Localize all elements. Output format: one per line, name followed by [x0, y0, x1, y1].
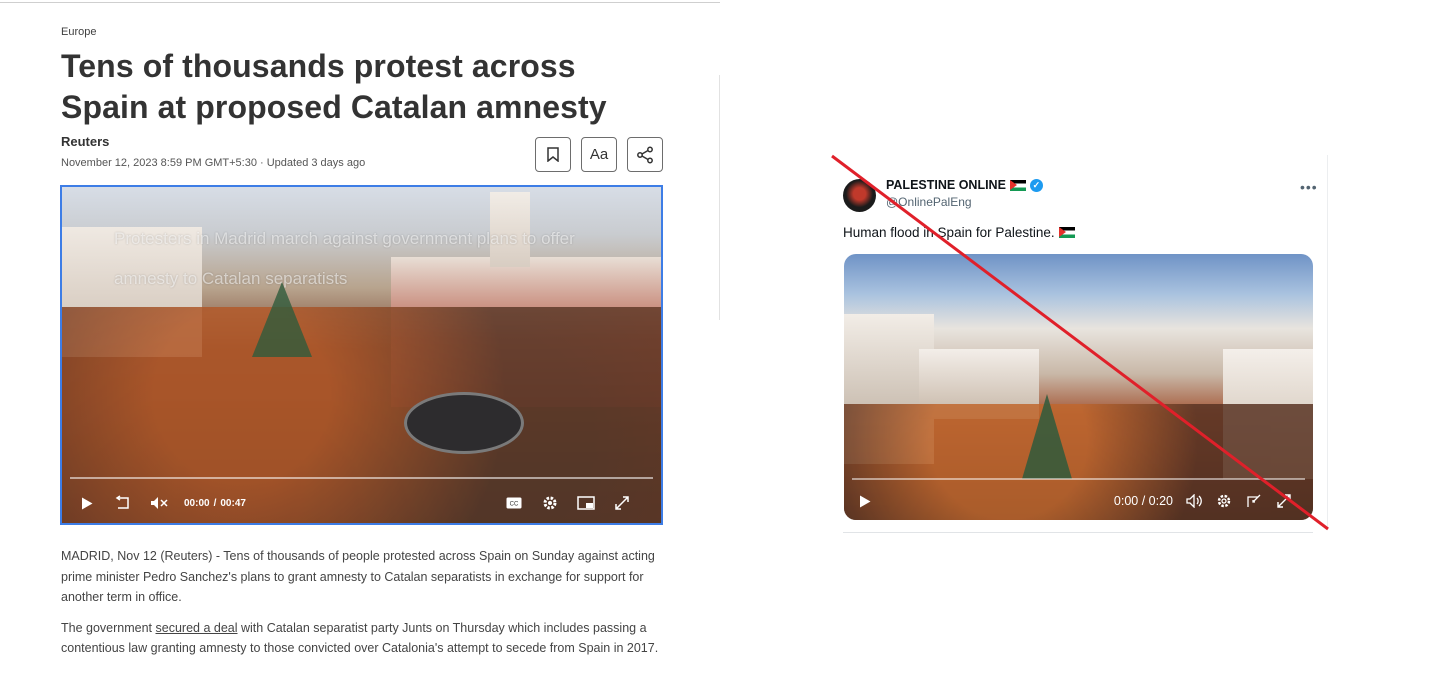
rewind-10-button[interactable]	[112, 492, 134, 514]
share-button[interactable]	[627, 137, 663, 172]
tweet-border	[843, 532, 1313, 533]
paragraph-text: The government	[61, 620, 156, 635]
display-name-text: PALESTINE ONLINE	[886, 178, 1006, 192]
closed-captions-icon: CC	[506, 497, 522, 509]
share-icon	[637, 146, 653, 163]
tweet-card[interactable]: PALESTINE ONLINE ✓ @OnlinePalEng ••• Hum…	[843, 155, 1328, 535]
tweet-handle[interactable]: @OnlinePalEng	[886, 195, 972, 209]
picture-in-picture-button[interactable]	[575, 492, 597, 514]
volume-icon	[1186, 494, 1202, 508]
tweet-settings-button[interactable]	[1213, 490, 1235, 512]
captions-button[interactable]: CC	[503, 492, 525, 514]
byline-author[interactable]: Reuters	[61, 134, 109, 149]
tweet-video-progress-bar[interactable]	[852, 478, 1305, 480]
secured-deal-link[interactable]: secured a deal	[156, 621, 238, 635]
article-video-player[interactable]: Protesters in Madrid march against gover…	[60, 185, 663, 525]
tweet-border	[1327, 155, 1328, 530]
play-button[interactable]	[76, 492, 98, 514]
article-paragraph: The government secured a deal with Catal…	[61, 618, 663, 659]
avatar[interactable]	[843, 179, 876, 212]
article-headline: Tens of thousands protest across Spain a…	[61, 48, 607, 125]
video-current-time: 00:00	[184, 497, 210, 509]
section-link[interactable]: Europe	[61, 26, 96, 38]
play-icon	[82, 497, 93, 509]
tweet-volume-button[interactable]	[1183, 490, 1205, 512]
tweet-body: Human flood in Spain for Palestine.	[843, 225, 1055, 240]
top-divider	[0, 2, 720, 3]
rewind-10-icon	[115, 495, 129, 509]
tweet-play-button[interactable]	[854, 490, 876, 512]
play-icon	[860, 495, 871, 507]
article-body: MADRID, Nov 12 (Reuters) - Tens of thous…	[61, 546, 663, 669]
settings-button[interactable]	[539, 492, 561, 514]
tweet-video-time: 0:00 / 0:20	[1113, 494, 1173, 508]
video-controls: 00:00 / 00:47 CC	[62, 483, 661, 523]
article-dateline: November 12, 2023 8:59 PM GMT+5:30 · Upd…	[61, 157, 366, 169]
mute-button[interactable]	[148, 492, 170, 514]
fullscreen-button[interactable]	[611, 492, 633, 514]
text-size-button[interactable]: Aa	[581, 137, 617, 172]
tweet-pip-button[interactable]	[1243, 490, 1265, 512]
fullscreen-icon	[1277, 494, 1291, 508]
picture-in-picture-icon	[577, 496, 595, 510]
gear-icon	[1217, 494, 1231, 508]
gear-icon	[543, 496, 557, 510]
tweet-video-controls: 0:00 / 0:20	[844, 482, 1313, 520]
video-progress-bar[interactable]	[70, 477, 653, 479]
video-caption-overlay: Protesters in Madrid march against gover…	[114, 229, 575, 288]
bookmark-icon	[547, 147, 559, 162]
palestine-flag-icon	[1058, 227, 1075, 238]
palestine-flag-icon	[1009, 179, 1026, 191]
video-duration: 00:47	[220, 497, 246, 509]
cc-label: CC	[510, 502, 519, 508]
panel-divider	[719, 75, 720, 320]
more-options-icon[interactable]: •••	[1300, 179, 1318, 195]
video-frame-fountain	[404, 392, 524, 454]
bookmark-button[interactable]	[535, 137, 571, 172]
verified-badge-icon: ✓	[1029, 178, 1043, 192]
video-time-separator: /	[213, 497, 217, 509]
picture-in-picture-icon	[1247, 494, 1261, 507]
tweet-author-name[interactable]: PALESTINE ONLINE ✓	[886, 178, 1043, 192]
article-paragraph: MADRID, Nov 12 (Reuters) - Tens of thous…	[61, 549, 655, 604]
volume-muted-icon	[151, 497, 168, 509]
fullscreen-icon	[615, 496, 629, 510]
tweet-fullscreen-button[interactable]	[1273, 490, 1295, 512]
tweet-video-player[interactable]: 0:00 / 0:20	[844, 254, 1313, 520]
tweet-text: Human flood in Spain for Palestine.	[843, 225, 1075, 240]
